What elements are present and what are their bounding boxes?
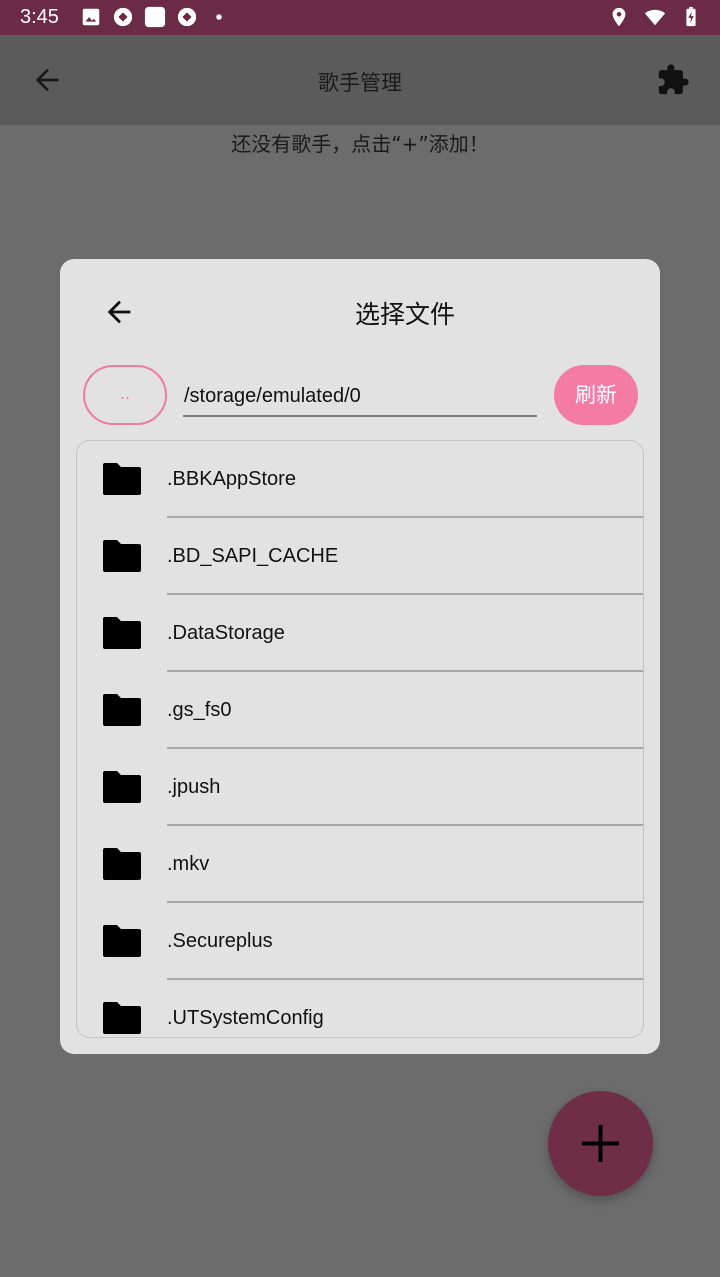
refresh-button[interactable]: 刷新: [554, 365, 638, 425]
sync-icon: [177, 7, 197, 27]
folder-icon: [103, 925, 141, 957]
list-item[interactable]: .DataStorage: [77, 595, 643, 672]
dialog-title: 选择文件: [354, 300, 455, 329]
folder-icon: [103, 540, 141, 572]
file-name: .DataStorage: [167, 622, 285, 644]
plus-icon: [582, 1125, 619, 1162]
file-name: .Secureplus: [167, 930, 273, 952]
sync-icon: [113, 7, 133, 27]
list-item[interactable]: .mkv: [77, 826, 643, 903]
battery-charging-icon: [686, 6, 696, 27]
app-bar: 歌手管理: [0, 35, 720, 125]
folder-icon: [103, 694, 141, 726]
page-title: 歌手管理: [318, 71, 402, 95]
file-name: .BBKAppStore: [167, 468, 296, 490]
wifi-icon: [644, 9, 666, 26]
file-name: .mkv: [167, 853, 210, 875]
folder-icon: [103, 771, 141, 803]
file-name: .gs_fs0: [167, 699, 232, 721]
system-icons: [608, 6, 702, 28]
file-name: .jpush: [167, 776, 221, 798]
dot-icon: [216, 14, 222, 20]
folder-icon: [103, 463, 141, 495]
image-icon: [82, 8, 100, 26]
status-time: 3:45: [20, 6, 59, 28]
add-singer-button[interactable]: [548, 1091, 653, 1196]
notification-icons: [80, 6, 230, 28]
list-item[interactable]: .Secureplus: [77, 903, 643, 980]
square-icon: [144, 6, 166, 28]
list-item[interactable]: .gs_fs0: [77, 672, 643, 749]
parent-directory-button[interactable]: ..: [83, 365, 167, 425]
list-item[interactable]: .BD_SAPI_CACHE: [77, 518, 643, 595]
folder-icon: [103, 1002, 141, 1034]
file-name: .UTSystemConfig: [167, 1007, 324, 1029]
path-input[interactable]: [183, 377, 537, 417]
folder-icon: [103, 848, 141, 880]
puzzle-icon[interactable]: [656, 63, 690, 97]
file-picker-dialog: 选择文件 .. 刷新 .BBKAppStore .BD_SAPI_CACHE .…: [60, 259, 660, 1054]
list-item[interactable]: .BBKAppStore: [77, 441, 643, 518]
empty-hint: 还没有歌手，点击“+”添加！: [231, 132, 489, 156]
location-icon: [612, 7, 626, 27]
status-bar: 3:45: [0, 0, 720, 35]
file-list[interactable]: .BBKAppStore .BD_SAPI_CACHE .DataStorage…: [76, 440, 644, 1038]
folder-icon: [103, 617, 141, 649]
list-item[interactable]: .UTSystemConfig: [77, 980, 643, 1037]
file-name: .BD_SAPI_CACHE: [167, 545, 339, 567]
list-item[interactable]: .jpush: [77, 749, 643, 826]
